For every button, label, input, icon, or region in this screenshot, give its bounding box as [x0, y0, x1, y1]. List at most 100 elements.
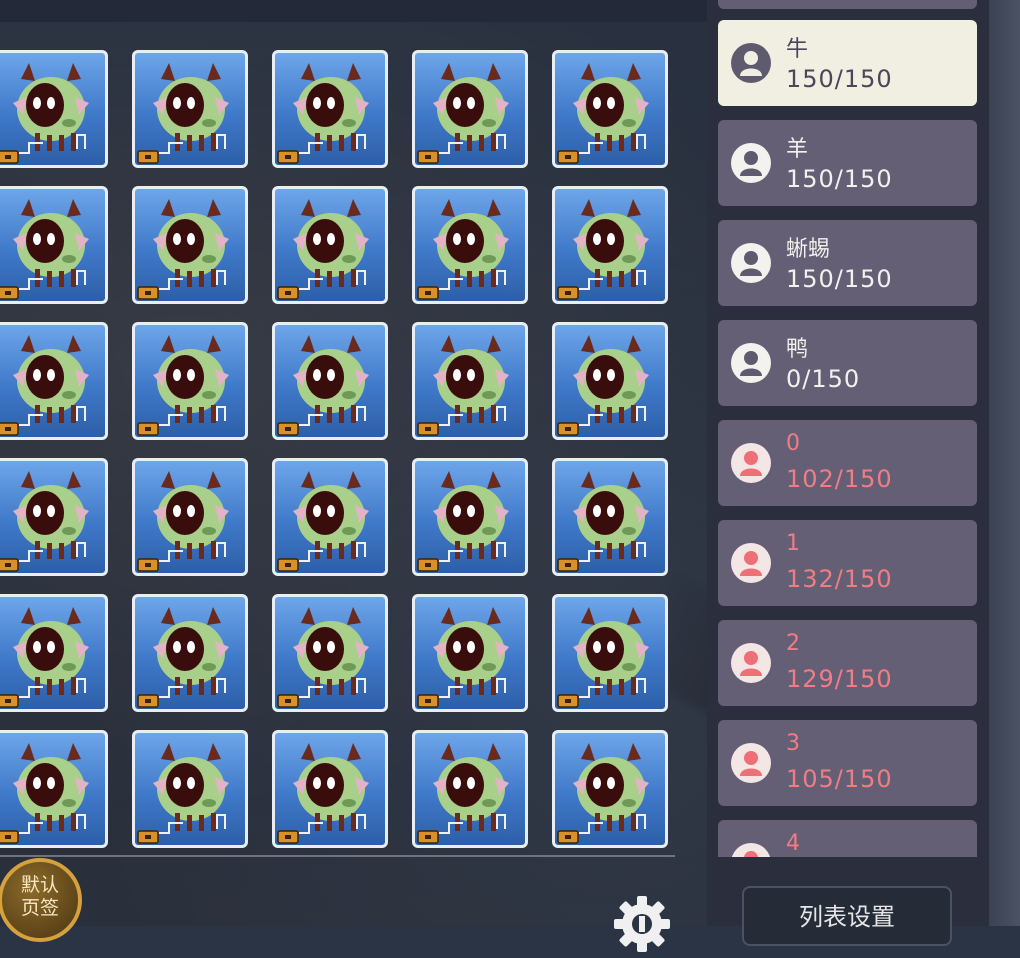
inventory-slot[interactable]: [272, 730, 388, 848]
chest-badge-icon: [137, 558, 159, 572]
category-list-item[interactable]: 1 132/150: [718, 520, 977, 606]
chest-badge-icon: [0, 830, 19, 844]
chest-badge-icon: [417, 830, 439, 844]
category-count: 105/150: [786, 765, 893, 793]
list-item-partial: [718, 0, 977, 9]
inventory-slot[interactable]: [0, 458, 108, 576]
inventory-slot[interactable]: [0, 730, 108, 848]
inventory-slot[interactable]: [552, 50, 668, 168]
inventory-slot[interactable]: [0, 186, 108, 304]
user-icon: [731, 843, 771, 857]
inventory-slot[interactable]: [412, 186, 528, 304]
inventory-slot[interactable]: [0, 594, 108, 712]
category-count: 150/150: [786, 65, 893, 93]
chest-badge-icon: [417, 422, 439, 436]
category-list-item[interactable]: 4: [718, 820, 977, 857]
inventory-slot[interactable]: [132, 730, 248, 848]
category-name: 4: [786, 831, 800, 856]
default-tab-label-1: 默认: [20, 874, 59, 896]
inventory-top-bar: [0, 0, 707, 22]
inventory-grid-viewport[interactable]: [0, 22, 707, 848]
chest-badge-icon: [0, 694, 19, 708]
user-icon: [731, 743, 771, 783]
category-list-item[interactable]: 3 105/150: [718, 720, 977, 806]
inventory-slot[interactable]: [412, 730, 528, 848]
chest-badge-icon: [277, 558, 299, 572]
chest-badge-icon: [557, 286, 579, 300]
user-icon: [731, 243, 771, 283]
user-icon: [731, 43, 771, 83]
chest-badge-icon: [0, 150, 19, 164]
category-name: 2: [786, 631, 800, 656]
inventory-slot[interactable]: [272, 322, 388, 440]
inventory-slot[interactable]: [552, 594, 668, 712]
user-icon: [731, 343, 771, 383]
category-name: 0: [786, 431, 800, 456]
category-list-item[interactable]: 羊 150/150: [718, 120, 977, 206]
category-list[interactable]: 牛 150/150 羊 150/150 蜥蜴 150/150 鸭 0/150 0 102/…: [718, 20, 977, 857]
chest-badge-icon: [417, 558, 439, 572]
default-tab-label-2: 页签: [20, 897, 59, 919]
list-settings-button[interactable]: 列表设置: [742, 886, 952, 946]
inventory-slot[interactable]: [272, 594, 388, 712]
category-list-item[interactable]: 鸭 0/150: [718, 320, 977, 406]
inventory-slot[interactable]: [552, 458, 668, 576]
default-tab-button[interactable]: 默认 页签: [0, 858, 82, 942]
inventory-slot[interactable]: [132, 50, 248, 168]
chest-badge-icon: [557, 830, 579, 844]
category-name: 羊: [786, 137, 809, 162]
chest-badge-icon: [277, 830, 299, 844]
chest-badge-icon: [417, 150, 439, 164]
chest-badge-icon: [417, 286, 439, 300]
inventory-slot[interactable]: [412, 50, 528, 168]
category-count: 132/150: [786, 565, 893, 593]
inventory-panel: [0, 0, 707, 926]
user-icon: [731, 143, 771, 183]
chest-badge-icon: [137, 694, 159, 708]
user-icon: [731, 443, 771, 483]
chest-badge-icon: [557, 422, 579, 436]
category-name: 1: [786, 531, 800, 556]
inventory-slot[interactable]: [132, 186, 248, 304]
category-count: 0/150: [786, 365, 861, 393]
inventory-slot[interactable]: [132, 594, 248, 712]
chest-badge-icon: [137, 286, 159, 300]
category-list-item[interactable]: 牛 150/150: [718, 20, 977, 106]
chest-badge-icon: [277, 150, 299, 164]
inventory-slot[interactable]: [272, 186, 388, 304]
inventory-slot[interactable]: [132, 322, 248, 440]
inventory-slot[interactable]: [132, 458, 248, 576]
category-count: 129/150: [786, 665, 893, 693]
inventory-slot[interactable]: [272, 50, 388, 168]
category-count: 150/150: [786, 265, 893, 293]
inventory-slot[interactable]: [552, 186, 668, 304]
category-list-item[interactable]: 2 129/150: [718, 620, 977, 706]
inventory-slot[interactable]: [412, 458, 528, 576]
chest-badge-icon: [557, 558, 579, 572]
chest-badge-icon: [277, 694, 299, 708]
category-list-item[interactable]: 0 102/150: [718, 420, 977, 506]
category-name: 3: [786, 731, 800, 756]
divider: [0, 855, 675, 857]
inventory-slot[interactable]: [412, 594, 528, 712]
chest-badge-icon: [0, 422, 19, 436]
chest-badge-icon: [137, 830, 159, 844]
inventory-slot[interactable]: [0, 50, 108, 168]
inventory-grid: [0, 50, 674, 848]
inventory-slot[interactable]: [0, 322, 108, 440]
chest-badge-icon: [0, 558, 19, 572]
category-name: 蜥蜴: [786, 237, 831, 262]
inventory-slot[interactable]: [552, 730, 668, 848]
inventory-slot[interactable]: [412, 322, 528, 440]
chest-badge-icon: [277, 422, 299, 436]
gear-icon[interactable]: [612, 894, 672, 954]
chest-badge-icon: [557, 150, 579, 164]
category-count: 150/150: [786, 165, 893, 193]
user-icon: [731, 543, 771, 583]
inventory-slot[interactable]: [272, 458, 388, 576]
category-list-item[interactable]: 蜥蜴 150/150: [718, 220, 977, 306]
category-name: 鸭: [786, 337, 809, 362]
category-count: 102/150: [786, 465, 893, 493]
chest-badge-icon: [137, 150, 159, 164]
inventory-slot[interactable]: [552, 322, 668, 440]
